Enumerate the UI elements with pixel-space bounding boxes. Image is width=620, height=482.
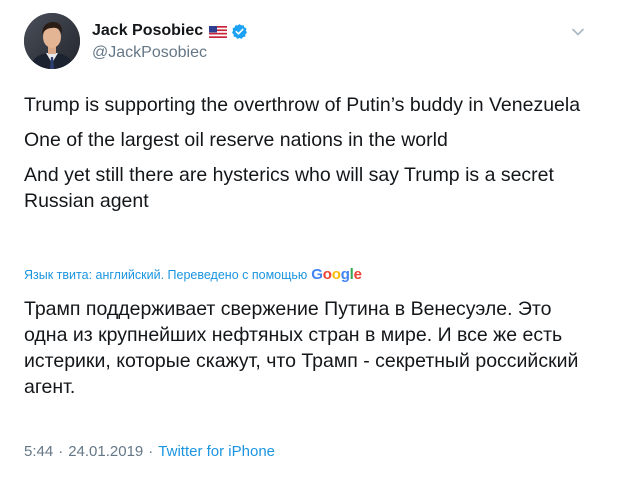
author-block[interactable]: Jack Posobiec @JackPosobiec <box>92 20 248 62</box>
separator-dot: · <box>148 443 154 460</box>
tweet-paragraph: And yet still there are hysterics who wi… <box>24 164 554 212</box>
google-logo[interactable]: Google <box>311 266 362 283</box>
tweet-text: Trump is supporting the overthrow of Put… <box>24 92 584 223</box>
tweet-date[interactable]: 24.01.2019 <box>68 443 143 460</box>
translated-text: Трамп поддерживает свержение Путина в Ве… <box>24 298 579 398</box>
chevron-down-icon[interactable] <box>570 24 586 40</box>
us-flag-icon <box>209 25 228 38</box>
tweet-card: Jack Posobiec @JackPosobiec Trump is sup… <box>0 0 620 482</box>
verified-badge-icon <box>231 23 248 40</box>
separator-dot: · <box>58 443 64 460</box>
display-name[interactable]: Jack Posobiec <box>92 22 203 40</box>
tweet-paragraph: Trump is supporting the overthrow of Put… <box>24 94 581 116</box>
tweet-paragraph: One of the largest oil reserve nations i… <box>24 129 448 151</box>
tweet-source-link[interactable]: Twitter for iPhone <box>158 443 275 460</box>
translation-attribution: Язык твита: английский. Переведено с пом… <box>24 266 362 283</box>
avatar[interactable] <box>24 13 80 69</box>
translation-label: Язык твита: английский. Переведено с пом… <box>24 267 308 282</box>
name-row: Jack Posobiec <box>92 20 248 42</box>
tweet-time[interactable]: 5:44 <box>24 443 53 460</box>
avatar-photo <box>24 13 80 69</box>
tweet-footer: 5:44 · 24.01.2019 · Twitter for iPhone <box>24 443 275 460</box>
user-handle[interactable]: @JackPosobiec <box>92 44 248 62</box>
